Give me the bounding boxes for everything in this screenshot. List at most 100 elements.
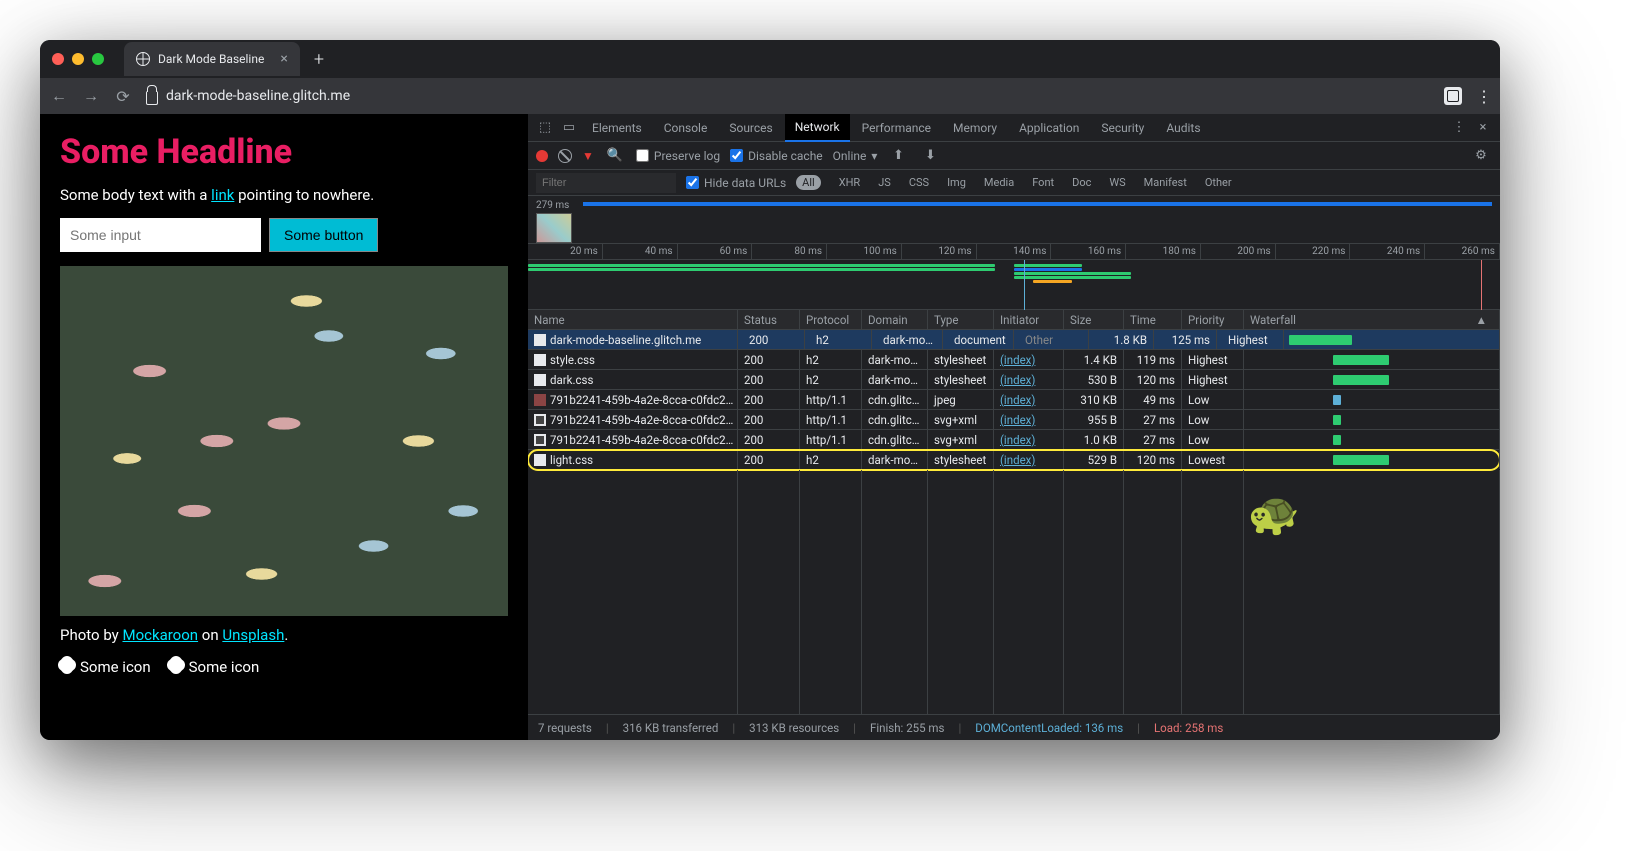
throttling-select[interactable]: Online ▾: [833, 149, 878, 163]
table-header: Name Status Protocol Domain Type Initiat…: [528, 310, 1500, 330]
maximize-window-button[interactable]: [92, 53, 104, 65]
filter-type-all[interactable]: All: [796, 175, 821, 190]
inspect-icon[interactable]: ⬚: [534, 120, 556, 135]
devtools-tabs: ⬚ ▭ ElementsConsoleSourcesNetworkPerform…: [528, 114, 1500, 142]
filter-type-img[interactable]: Img: [947, 176, 966, 189]
request-row[interactable]: dark-mode-baseline.glitch.me200h2dark-mo…: [528, 330, 1500, 350]
col-status[interactable]: Status: [738, 310, 800, 329]
filter-type-ws[interactable]: WS: [1109, 176, 1125, 189]
col-domain[interactable]: Domain: [862, 310, 928, 329]
browser-tab[interactable]: Dark Mode Baseline ×: [124, 42, 300, 76]
devtools-menu-button[interactable]: ⋮: [1448, 120, 1470, 135]
icon-row: Some icon Some icon: [60, 658, 508, 676]
ruler-tick: 180 ms: [1126, 244, 1201, 259]
devtools-tab-audits[interactable]: Audits: [1156, 114, 1210, 142]
col-size[interactable]: Size: [1064, 310, 1124, 329]
waterfall-bar: [1333, 435, 1341, 445]
filter-toggle-icon[interactable]: ▼: [582, 149, 594, 163]
ruler-tick: 20 ms: [528, 244, 603, 259]
col-time[interactable]: Time: [1124, 310, 1182, 329]
photo-credit: Photo by Mockaroon on Unsplash.: [60, 626, 508, 644]
timeline-overview[interactable]: 279 ms: [528, 196, 1500, 244]
close-window-button[interactable]: [52, 53, 64, 65]
url-text: dark-mode-baseline.glitch.me: [166, 88, 350, 104]
globe-icon: [136, 52, 150, 66]
clear-button[interactable]: [558, 149, 572, 163]
disable-cache-checkbox[interactable]: Disable cache: [730, 149, 823, 163]
filter-input[interactable]: [536, 173, 676, 193]
filter-type-css[interactable]: CSS: [909, 176, 929, 189]
devtools-tab-application[interactable]: Application: [1009, 114, 1089, 142]
profile-badge-icon[interactable]: [1444, 87, 1462, 105]
download-icon[interactable]: ⬇: [919, 148, 941, 163]
col-protocol[interactable]: Protocol: [800, 310, 862, 329]
col-name[interactable]: Name: [528, 310, 738, 329]
credit-author-link[interactable]: Mockaroon: [122, 626, 198, 644]
address-bar[interactable]: dark-mode-baseline.glitch.me: [146, 88, 1430, 105]
devtools-panel: ⬚ ▭ ElementsConsoleSourcesNetworkPerform…: [528, 114, 1500, 740]
ruler-tick: 260 ms: [1425, 244, 1500, 259]
record-button[interactable]: [536, 150, 548, 162]
search-icon[interactable]: 🔍: [604, 148, 626, 163]
filter-type-other[interactable]: Other: [1205, 176, 1232, 189]
minimize-window-button[interactable]: [72, 53, 84, 65]
hide-data-urls-checkbox[interactable]: Hide data URLs: [686, 176, 786, 190]
request-row[interactable]: light.css200h2dark-mo…stylesheet(index)5…: [528, 450, 1500, 470]
body-link[interactable]: link: [211, 186, 234, 204]
ruler-tick: 140 ms: [977, 244, 1052, 259]
devtools-tab-security[interactable]: Security: [1091, 114, 1154, 142]
waterfall-bar: [1333, 375, 1389, 385]
col-type[interactable]: Type: [928, 310, 994, 329]
filter-type-manifest[interactable]: Manifest: [1144, 176, 1187, 189]
devtools-close-button[interactable]: ×: [1472, 120, 1494, 135]
upload-icon[interactable]: ⬆: [887, 148, 909, 163]
file-icon: [534, 394, 546, 406]
status-dcl: DOMContentLoaded: 136 ms: [975, 721, 1123, 735]
bulb-icon: [169, 658, 183, 672]
filter-type-media[interactable]: Media: [984, 176, 1014, 189]
request-row[interactable]: 791b2241-459b-4a2e-8cca-c0fdc2…200http/1…: [528, 410, 1500, 430]
waterfall-ruler: 20 ms40 ms60 ms80 ms100 ms120 ms140 ms16…: [528, 244, 1500, 310]
devtools-tab-sources[interactable]: Sources: [719, 114, 782, 142]
demo-input[interactable]: [60, 218, 261, 252]
gear-icon[interactable]: ⚙: [1470, 148, 1492, 163]
col-priority[interactable]: Priority: [1182, 310, 1244, 329]
device-toggle-icon[interactable]: ▭: [558, 120, 580, 135]
status-load: Load: 258 ms: [1154, 721, 1223, 735]
file-icon: [534, 354, 546, 366]
request-row[interactable]: dark.css200h2dark-mo…stylesheet(index)53…: [528, 370, 1500, 390]
forward-button[interactable]: →: [82, 86, 100, 106]
network-toolbar: ▼ 🔍 Preserve log Disable cache Online ▾ …: [528, 142, 1500, 170]
filter-type-xhr[interactable]: XHR: [839, 176, 861, 189]
close-tab-button[interactable]: ×: [280, 51, 287, 67]
devtools-tab-memory[interactable]: Memory: [943, 114, 1007, 142]
ruler-tick: 100 ms: [827, 244, 902, 259]
col-initiator[interactable]: Initiator: [994, 310, 1064, 329]
col-waterfall[interactable]: Waterfall▲: [1244, 310, 1500, 329]
ruler-tick: 200 ms: [1201, 244, 1276, 259]
file-icon: [534, 334, 546, 346]
ruler-tick: 40 ms: [603, 244, 678, 259]
mini-waterfall-bar: [1014, 276, 1131, 279]
devtools-tab-console[interactable]: Console: [654, 114, 718, 142]
credit-site-link[interactable]: Unsplash: [222, 626, 284, 644]
devtools-tab-elements[interactable]: Elements: [582, 114, 652, 142]
filter-type-doc[interactable]: Doc: [1072, 176, 1091, 189]
request-row[interactable]: 791b2241-459b-4a2e-8cca-c0fdc2…200http/1…: [528, 430, 1500, 450]
request-row[interactable]: 791b2241-459b-4a2e-8cca-c0fdc2…200http/1…: [528, 390, 1500, 410]
filter-type-js[interactable]: JS: [878, 176, 891, 189]
page-body: Some body text with a link pointing to n…: [60, 186, 508, 204]
new-tab-button[interactable]: +: [314, 49, 324, 70]
filter-type-font[interactable]: Font: [1032, 176, 1054, 189]
demo-button[interactable]: Some button: [269, 218, 378, 252]
request-row[interactable]: style.css200h2dark-mo…stylesheet(index)1…: [528, 350, 1500, 370]
ruler-tick: 220 ms: [1276, 244, 1351, 259]
browser-menu-button[interactable]: ⋮: [1476, 87, 1490, 106]
reload-button[interactable]: ⟳: [114, 87, 132, 106]
waterfall-bar: [1333, 355, 1389, 365]
back-button[interactable]: ←: [50, 86, 68, 106]
bulb-icon: [60, 658, 74, 672]
devtools-tab-network[interactable]: Network: [785, 114, 850, 142]
preserve-log-checkbox[interactable]: Preserve log: [636, 149, 720, 163]
devtools-tab-performance[interactable]: Performance: [852, 114, 941, 142]
